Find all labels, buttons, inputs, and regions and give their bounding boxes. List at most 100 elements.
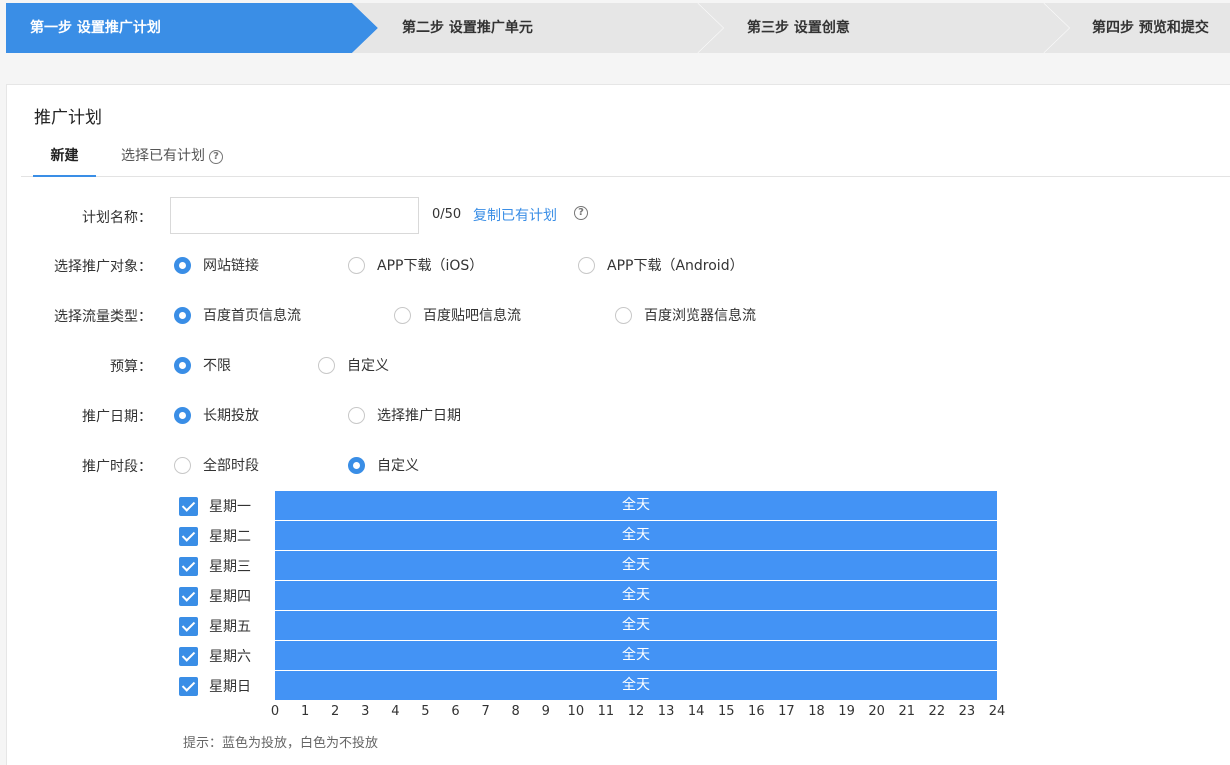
hour-tick-label: 4 [391,704,400,719]
hour-tick-label: 14 [687,704,705,719]
day-checkbox-wed[interactable]: 星期三 [179,551,279,581]
hour-tick-label: 13 [657,704,675,719]
radio-budget-custom[interactable]: 自定义 [318,353,389,377]
schedule-bar-sat[interactable]: 全天 [275,641,997,670]
day-checkbox-tue[interactable]: 星期二 [179,521,279,551]
hour-tick-label: 2 [331,704,340,719]
day-checkbox-sat[interactable]: 星期六 [179,641,279,671]
copy-existing-plan-link[interactable]: 复制已有计划 [473,205,557,225]
step-3-label: 第三步 设置创意 [747,20,850,36]
hour-axis: 0 1 2 3 4 5 6 7 8 9 10 11 12 13 14 15 16 17 18 19 20 21 22 23 24 [271,704,1005,722]
plan-name-label: 计划名称： [82,210,152,226]
radio-date-long-term[interactable]: 长期投放 [174,403,259,427]
radio-label: 全部时段 [203,458,259,474]
step-3[interactable]: 第三步 设置创意 [698,3,1070,53]
radio-budget-unlimited[interactable]: 不限 [174,353,231,377]
day-label: 星期六 [209,649,251,665]
tab-new[interactable]: 新建 [33,145,96,177]
radio-dot [394,306,411,324]
radio-dot-selected [174,356,191,374]
day-label: 星期一 [209,499,251,515]
radio-traffic-homepage[interactable]: 百度首页信息流 [174,303,301,327]
hour-tick-label: 3 [361,704,370,719]
step-4-label: 第四步 预览和提交 [1092,20,1209,36]
hour-tick-label: 6 [451,704,460,719]
hour-tick-label: 9 [541,704,550,719]
radio-label: 长期投放 [203,408,259,424]
step-2-label: 第二步 设置推广单元 [402,20,533,36]
radio-dot [348,406,365,424]
question-circle-icon[interactable]: ? [209,150,223,164]
hour-tick-label: 18 [808,704,825,719]
radio-time-all[interactable]: 全部时段 [174,453,259,477]
radio-dot [174,456,191,474]
radio-label: 百度首页信息流 [203,308,301,324]
hour-tick-label: 12 [627,704,645,719]
checkbox-checked-icon [179,526,198,546]
radio-target-ios[interactable]: APP下载（iOS） [348,253,483,277]
radio-label: 网站链接 [203,258,259,274]
radio-dot-selected [174,256,191,274]
step-4[interactable]: 第四步 预览和提交 [1044,3,1230,53]
checkbox-checked-icon [179,496,198,516]
hour-tick-label: 21 [898,704,916,719]
hour-tick-label: 24 [988,704,1006,719]
radio-label: 百度贴吧信息流 [423,308,521,324]
day-label: 星期五 [209,619,251,635]
step-2[interactable]: 第二步 设置推广单元 [352,3,724,53]
radio-dot [615,306,632,324]
hour-tick-label: 17 [778,704,795,719]
schedule-bar-fri[interactable]: 全天 [275,611,997,640]
radio-label: 自定义 [377,458,419,474]
checkbox-checked-icon [179,646,198,666]
day-checkbox-thu[interactable]: 星期四 [179,581,279,611]
traffic-label: 选择流量类型： [54,309,152,325]
date-label: 推广日期： [82,409,152,425]
tab-select-existing-label: 选择已有计划 [121,148,205,164]
radio-dot [318,356,335,374]
radio-dot [578,256,595,274]
day-checkbox-mon[interactable]: 星期一 [179,491,279,521]
checkbox-checked-icon [179,616,198,636]
schedule-bar-sun[interactable]: 全天 [275,671,997,700]
day-label: 星期二 [209,529,251,545]
time-label: 推广时段： [82,459,152,475]
day-checkbox-sun[interactable]: 星期日 [179,671,279,701]
schedule-bar-wed[interactable]: 全天 [275,551,997,580]
hour-tick-label: 0 [270,704,280,719]
hour-tick-label: 5 [421,704,430,719]
radio-label: 自定义 [347,358,389,374]
hour-tick-label: 11 [597,704,615,719]
schedule-bar-tue[interactable]: 全天 [275,521,997,550]
schedule-bar-mon[interactable]: 全天 [275,491,997,520]
hour-tick-label: 7 [481,704,490,719]
char-count: 0/50 [432,207,462,222]
tab-select-existing[interactable]: 选择已有计划? [121,145,223,165]
target-row: 选择推广对象： 网站链接 APP下载（iOS） APP下载（Android） [7,253,1207,277]
step-progress-bar: 第一步 设置推广计划 第二步 设置推广单元 第三步 设置创意 第四步 预览和提交 [6,3,1230,53]
radio-time-custom[interactable]: 自定义 [348,453,419,477]
step-1[interactable]: 第一步 设置推广计划 [6,3,378,53]
plan-panel: 推广计划 新建 选择已有计划? 计划名称： 0/50 复制已有计划 ? 选择推广… [6,84,1230,765]
radio-dot-selected [174,306,191,324]
plan-tabs: 新建 选择已有计划? [21,139,1230,177]
day-label: 星期三 [209,559,251,575]
radio-traffic-tieba[interactable]: 百度贴吧信息流 [394,303,521,327]
radio-traffic-browser[interactable]: 百度浏览器信息流 [615,303,756,327]
radio-dot [348,256,365,274]
hour-tick-label: 8 [511,704,520,719]
radio-dot-selected [348,456,365,474]
day-checkbox-fri[interactable]: 星期五 [179,611,279,641]
checkbox-checked-icon [179,676,198,696]
budget-row: 预算： 不限 自定义 [7,353,1207,377]
plan-name-input[interactable] [170,197,419,234]
checkbox-checked-icon [179,556,198,576]
radio-dot-selected [174,406,191,424]
hour-tick-label: 23 [958,704,976,719]
radio-date-select[interactable]: 选择推广日期 [348,403,461,427]
schedule-bar-thu[interactable]: 全天 [275,581,997,610]
radio-target-website[interactable]: 网站链接 [174,253,259,277]
panel-title: 推广计划 [34,108,102,128]
radio-target-android[interactable]: APP下载（Android） [578,253,744,277]
question-circle-icon[interactable]: ? [574,206,588,220]
